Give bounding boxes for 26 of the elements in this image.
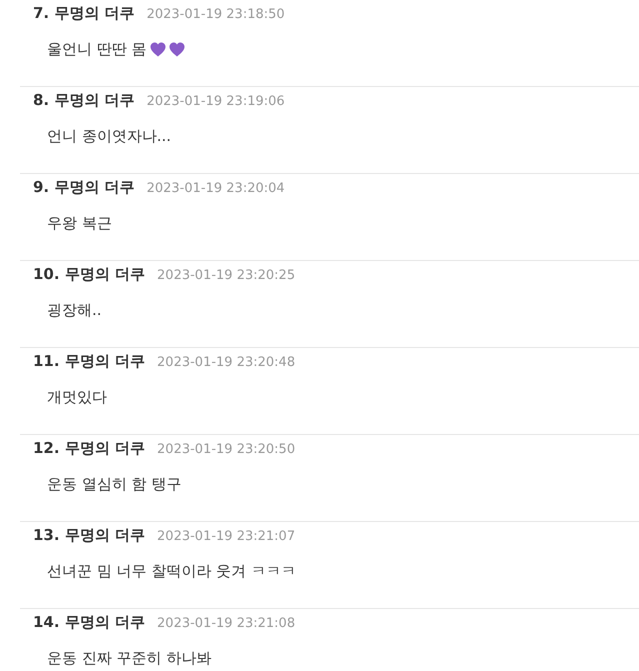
comment-text: 운동 진짜 꾸준히 하나봐 bbox=[47, 648, 212, 669]
comment-time: 2023-01-19 23:21:07 bbox=[157, 528, 296, 546]
comment-author: 14. 무명의 더쿠 bbox=[33, 612, 146, 633]
comment-text: 언니 종이엿자나... bbox=[47, 126, 172, 147]
comment-text: 선녀꾼 밈 너무 찰떡이라 웃겨 ㅋㅋㅋ bbox=[47, 561, 296, 582]
comment-time: 2023-01-19 23:21:08 bbox=[157, 615, 296, 633]
comment-time: 2023-01-19 23:20:04 bbox=[146, 180, 285, 198]
heart-icon bbox=[150, 42, 166, 56]
comment-author: 10. 무명의 더쿠 bbox=[33, 264, 146, 285]
comment-text: 굉장해.. bbox=[47, 300, 102, 321]
comment-author: 7. 무명의 더쿠 bbox=[33, 3, 135, 24]
comment-time: 2023-01-19 23:19:06 bbox=[146, 93, 285, 111]
comment-text: 우왕 복근 bbox=[47, 213, 112, 234]
comment-text: 개멋있다 bbox=[47, 387, 107, 408]
comment-author: 11. 무명의 더쿠 bbox=[33, 351, 146, 372]
comment-author: 12. 무명의 더쿠 bbox=[33, 438, 146, 459]
comment-time: 2023-01-19 23:18:50 bbox=[146, 6, 285, 24]
comment-text: 울언니 딴딴 몸 bbox=[47, 39, 147, 60]
comment-time: 2023-01-19 23:20:48 bbox=[157, 354, 296, 372]
comment-author: 13. 무명의 더쿠 bbox=[33, 525, 146, 546]
comment-time: 2023-01-19 23:20:50 bbox=[157, 441, 296, 459]
comment-author: 9. 무명의 더쿠 bbox=[33, 177, 135, 198]
heart-icon bbox=[168, 42, 185, 56]
comment-time: 2023-01-19 23:20:25 bbox=[157, 267, 296, 285]
comment-author: 8. 무명의 더쿠 bbox=[33, 90, 135, 111]
comment-text: 운동 열심히 함 탱구 bbox=[47, 474, 182, 495]
